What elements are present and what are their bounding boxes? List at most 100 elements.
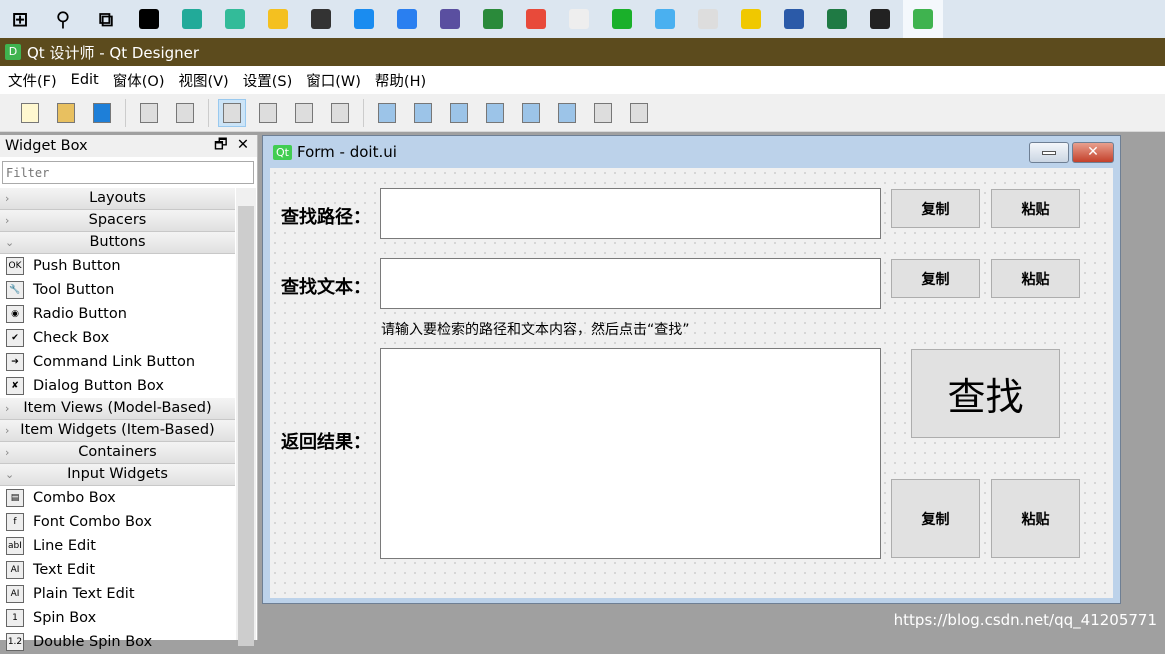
copy-path-button[interactable]: 复制 (891, 189, 980, 228)
find-button[interactable]: 查找 (911, 349, 1060, 438)
menu-item[interactable]: 窗体(O) (113, 70, 165, 91)
new-button[interactable] (16, 99, 44, 127)
edit-widgets-button[interactable] (218, 98, 246, 127)
close-button[interactable]: ✕ (1072, 142, 1114, 163)
widget-command-link-button[interactable]: ➔ Command Link Button (0, 350, 235, 374)
menu-item[interactable]: 帮助(H) (375, 70, 426, 91)
widget-plain-text-edit[interactable]: AI Plain Text Edit (0, 582, 235, 606)
app-green-taskbar-button[interactable] (215, 0, 255, 38)
edit-signals-button[interactable] (254, 99, 282, 127)
typora-taskbar-button[interactable] (559, 0, 599, 38)
app-diamond-taskbar-button[interactable] (645, 0, 685, 38)
category-buttons[interactable]: ⌄ Buttons (0, 232, 235, 254)
chevron-right-icon: › (5, 424, 10, 437)
menu-item[interactable]: 窗口(W) (306, 70, 361, 91)
edit-tab-order-button[interactable] (326, 99, 354, 127)
layout-v-splitter-icon (486, 102, 504, 123)
chevron-right-icon: › (5, 192, 10, 205)
text-input[interactable] (380, 258, 881, 309)
layout-h-splitter-button[interactable] (445, 99, 473, 127)
widget-double-spin-box[interactable]: 1.2 Double Spin Box (0, 630, 235, 654)
layout-vertical-button[interactable] (409, 99, 437, 127)
minimize-button[interactable] (1029, 142, 1069, 163)
copy-button[interactable] (135, 99, 163, 127)
font-combo-box-icon: f (6, 513, 24, 531)
open-button[interactable] (52, 99, 80, 127)
category-item-widgets-item-based-[interactable]: › Item Widgets (Item-Based) (0, 420, 235, 442)
edit-buddies-button[interactable] (290, 99, 318, 127)
widget-push-button[interactable]: OK Push Button (0, 254, 235, 278)
path-input[interactable] (380, 188, 881, 239)
layout-form-button[interactable] (553, 99, 581, 127)
widget-check-box[interactable]: ✔ Check Box (0, 326, 235, 350)
category-label: Item Widgets (Item-Based) (20, 422, 215, 438)
save-button[interactable] (88, 99, 116, 127)
close-icon[interactable]: ✕ (237, 137, 249, 153)
category-containers[interactable]: › Containers (0, 442, 235, 464)
menu-item[interactable]: Edit (71, 72, 99, 88)
paste-text-button[interactable]: 粘贴 (991, 259, 1080, 298)
app-purple-icon (440, 9, 460, 29)
menu-item[interactable]: 文件(F) (8, 70, 57, 91)
toolbar (0, 94, 1165, 132)
app-monitor-icon (698, 9, 718, 29)
paste-path-button[interactable]: 粘贴 (991, 189, 1080, 228)
category-layouts[interactable]: › Layouts (0, 188, 235, 210)
widget-dialog-button-box[interactable]: ✘ Dialog Button Box (0, 374, 235, 398)
float-icon[interactable]: 🗗 (214, 137, 228, 153)
copy-result-button[interactable]: 复制 (891, 479, 980, 558)
windows-start-taskbar-button[interactable]: ⊞ (0, 0, 40, 38)
widget-radio-button[interactable]: ◉ Radio Button (0, 302, 235, 326)
menu-item[interactable]: 视图(V) (178, 70, 228, 91)
layout-horizontal-button[interactable] (373, 99, 401, 127)
category-spacers[interactable]: › Spacers (0, 210, 235, 232)
paste-button[interactable] (171, 99, 199, 127)
close-icon: ✕ (1087, 144, 1099, 160)
app-monitor-taskbar-button[interactable] (688, 0, 728, 38)
save-icon (93, 102, 111, 123)
widget-font-combo-box[interactable]: f Font Combo Box (0, 510, 235, 534)
intellij-taskbar-button[interactable] (129, 0, 169, 38)
menu-item[interactable]: 设置(S) (243, 70, 293, 91)
form-canvas: 查找路径： 复制 粘贴 查找文本： 复制 粘贴 请输入要检索的路径和文本内容，然… (270, 168, 1113, 598)
file-explorer-taskbar-button[interactable] (258, 0, 298, 38)
qt-designer-taskbar-button[interactable] (903, 0, 943, 38)
app-blue-star-taskbar-button[interactable] (344, 0, 384, 38)
widget-combo-box[interactable]: ▤ Combo Box (0, 486, 235, 510)
filter-input[interactable] (2, 161, 254, 184)
app-red-x-taskbar-button[interactable] (516, 0, 556, 38)
widget-box: Widget Box 🗗 ✕ › Layouts › Spacers ⌄ Buttons O… (0, 135, 258, 651)
path-label: 查找路径： (281, 207, 371, 228)
excel-taskbar-button[interactable] (817, 0, 857, 38)
terminal-taskbar-button[interactable] (860, 0, 900, 38)
task-view-taskbar-button[interactable]: ⧉ (86, 0, 126, 38)
word-taskbar-button[interactable] (774, 0, 814, 38)
line-edit-icon: abI (6, 537, 24, 555)
paste-result-button[interactable]: 粘贴 (991, 479, 1080, 558)
app-globe-taskbar-button[interactable] (473, 0, 513, 38)
pycharm-taskbar-button[interactable] (172, 0, 212, 38)
category-item-views-model-based-[interactable]: › Item Views (Model-Based) (0, 398, 235, 420)
wechat-taskbar-button[interactable] (602, 0, 642, 38)
task-view-icon: ⧉ (98, 7, 114, 31)
widget-text-edit[interactable]: AI Text Edit (0, 558, 235, 582)
app-music-taskbar-button[interactable] (731, 0, 771, 38)
widget-tool-button[interactable]: 🔧 Tool Button (0, 278, 235, 302)
adjust-size-icon (630, 102, 648, 123)
sublime-taskbar-button[interactable] (301, 0, 341, 38)
sublime-icon (311, 9, 331, 29)
scrollbar[interactable] (236, 188, 256, 646)
search-taskbar-button[interactable]: ⚲ (43, 0, 83, 38)
result-textarea[interactable] (380, 348, 881, 559)
layout-v-splitter-button[interactable] (481, 99, 509, 127)
category-input-widgets[interactable]: ⌄ Input Widgets (0, 464, 235, 486)
app-purple-taskbar-button[interactable] (430, 0, 470, 38)
scrollbar-thumb[interactable] (238, 206, 254, 646)
layout-grid-button[interactable] (517, 99, 545, 127)
copy-text-button[interactable]: 复制 (891, 259, 980, 298)
widget-line-edit[interactable]: abI Line Edit (0, 534, 235, 558)
break-layout-button[interactable] (589, 99, 617, 127)
widget-spin-box[interactable]: 1 Spin Box (0, 606, 235, 630)
adjust-size-button[interactable] (625, 99, 653, 127)
browser-taskbar-button[interactable] (387, 0, 427, 38)
